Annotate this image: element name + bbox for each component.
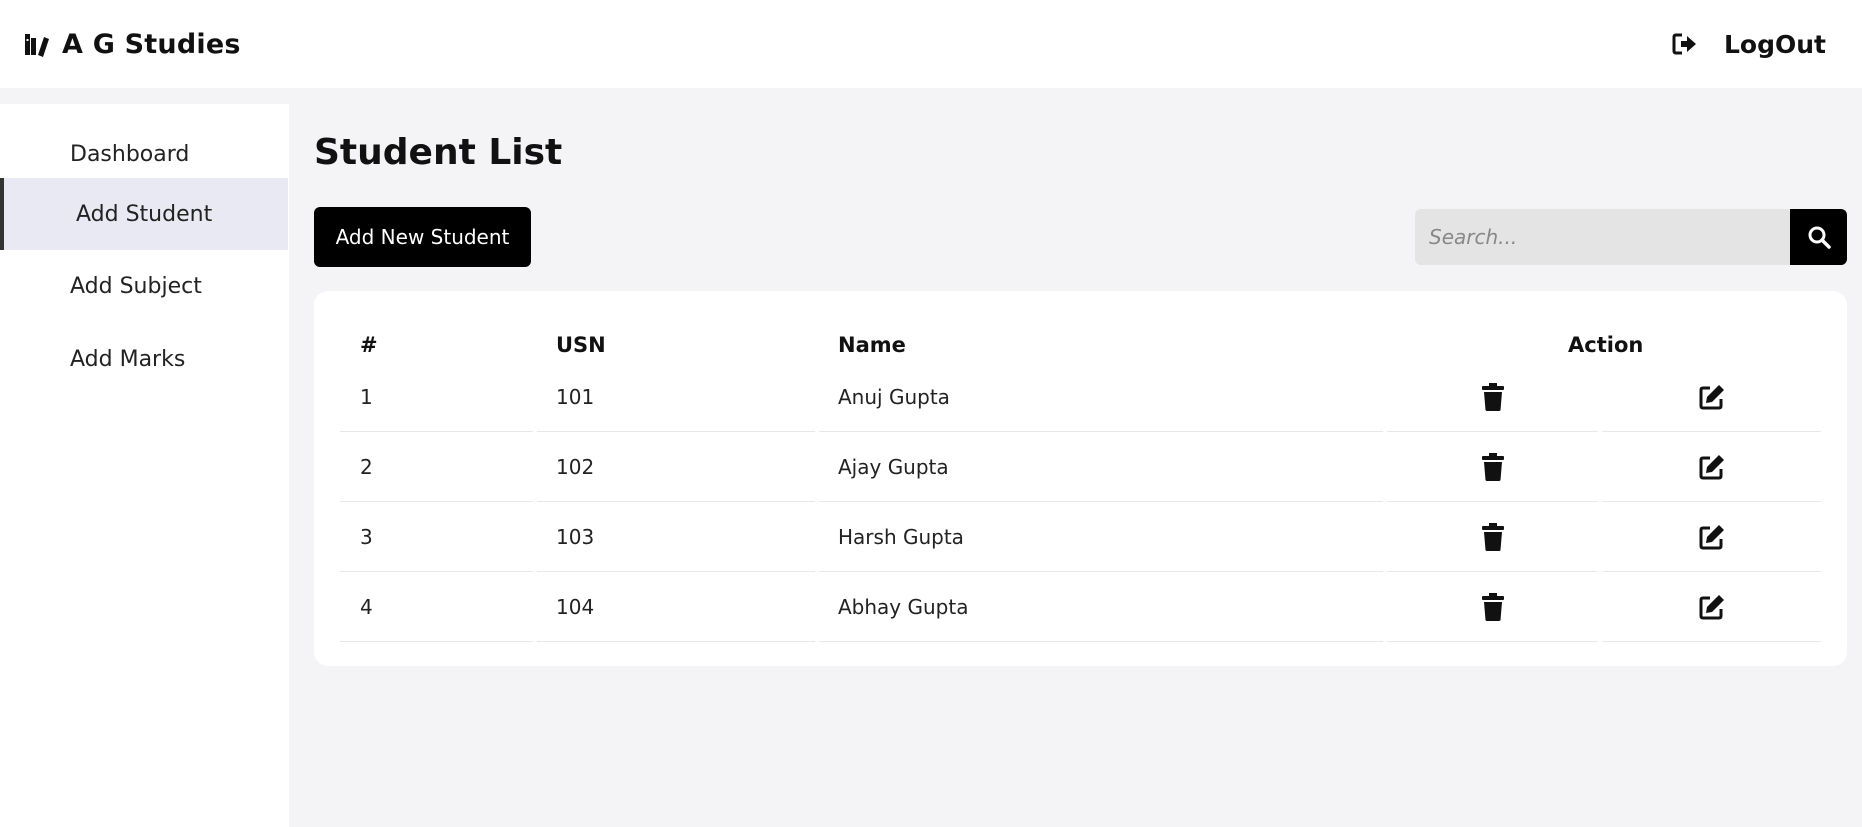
trash-icon[interactable]: [1481, 523, 1504, 551]
delete-cell: [1387, 503, 1598, 572]
edit-icon[interactable]: [1698, 383, 1726, 411]
sidebar-item-add-marks[interactable]: Add Marks: [0, 323, 288, 395]
column-header-index: #: [360, 333, 378, 357]
sidebar-item-label: Add Student: [76, 201, 213, 227]
cell-index: 1: [340, 363, 533, 432]
cell-index: 4: [340, 573, 533, 642]
cell-usn: 104: [537, 573, 815, 642]
books-icon: [24, 31, 50, 57]
cell-index: 3: [340, 503, 533, 572]
search-input[interactable]: [1415, 209, 1790, 265]
cell-index: 2: [340, 433, 533, 502]
edit-cell: [1602, 433, 1821, 502]
sidebar-item-label: Add Subject: [70, 273, 202, 299]
sign-out-icon: [1672, 32, 1698, 56]
sidebar: Dashboard Add Student Add Subject Add Ma…: [0, 104, 289, 827]
sidebar-item-label: Dashboard: [70, 141, 190, 167]
cell-name: Harsh Gupta: [819, 503, 1383, 572]
brand[interactable]: A G Studies: [24, 24, 241, 64]
search-icon: [1807, 225, 1831, 249]
cell-name: Abhay Gupta: [819, 573, 1383, 642]
search-button[interactable]: [1790, 209, 1847, 265]
logout-label: LogOut: [1724, 29, 1827, 59]
sidebar-item-add-subject[interactable]: Add Subject: [0, 250, 288, 322]
add-new-student-button[interactable]: Add New Student: [314, 207, 531, 267]
student-table-card: # USN Name Action 1 101 Anuj Gupta 2 102…: [314, 291, 1847, 666]
logout-button[interactable]: LogOut: [1672, 24, 1826, 64]
cell-name: Ajay Gupta: [819, 433, 1383, 502]
page-title: Student List: [314, 132, 563, 173]
edit-icon[interactable]: [1698, 523, 1726, 551]
edit-icon[interactable]: [1698, 453, 1726, 481]
column-header-name: Name: [838, 333, 906, 357]
column-header-usn: USN: [556, 333, 606, 357]
table-header: # USN Name Action: [340, 325, 1821, 365]
table-row: 3 103 Harsh Gupta: [340, 503, 1821, 573]
trash-icon[interactable]: [1481, 453, 1504, 481]
sidebar-item-label: Add Marks: [70, 346, 186, 372]
brand-name: A G Studies: [62, 28, 241, 60]
trash-icon[interactable]: [1481, 593, 1504, 621]
search-bar: [1415, 209, 1847, 265]
sidebar-item-add-student[interactable]: Add Student: [0, 178, 288, 250]
edit-cell: [1602, 363, 1821, 432]
trash-icon[interactable]: [1481, 383, 1504, 411]
cell-usn: 102: [537, 433, 815, 502]
delete-cell: [1387, 433, 1598, 502]
edit-icon[interactable]: [1698, 593, 1726, 621]
cell-name: Anuj Gupta: [819, 363, 1383, 432]
delete-cell: [1387, 363, 1598, 432]
column-header-action: Action: [1568, 333, 1644, 357]
edit-cell: [1602, 503, 1821, 572]
cell-usn: 103: [537, 503, 815, 572]
top-bar: A G Studies LogOut: [0, 0, 1862, 88]
delete-cell: [1387, 573, 1598, 642]
table-row: 2 102 Ajay Gupta: [340, 433, 1821, 503]
table-row: 1 101 Anuj Gupta: [340, 363, 1821, 433]
cell-usn: 101: [537, 363, 815, 432]
edit-cell: [1602, 573, 1821, 642]
table-row: 4 104 Abhay Gupta: [340, 573, 1821, 643]
